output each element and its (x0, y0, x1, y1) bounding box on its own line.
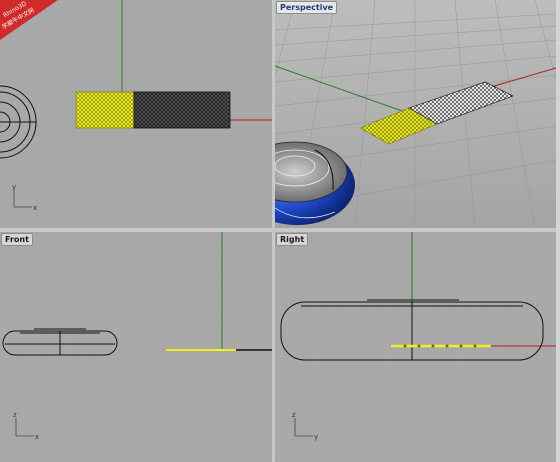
watermark-logo: Rhino3D 学犀牛中文网 (0, 0, 58, 40)
mesh-surface[interactable] (133, 91, 231, 129)
right-viewport-canvas[interactable]: y z (275, 232, 556, 462)
viewport-front[interactable]: x z Front (0, 232, 272, 462)
viewport-perspective[interactable]: Perspective (275, 0, 556, 228)
perspective-viewport-canvas[interactable] (275, 0, 556, 228)
axis-y-label: y (314, 433, 318, 441)
viewport-top[interactable]: x y Rhino3D 学犀牛中文网 (0, 0, 272, 228)
viewport-label-front[interactable]: Front (1, 233, 33, 246)
axis-z-label: z (292, 411, 296, 419)
axis-x-label: x (35, 433, 39, 441)
selected-surface[interactable] (75, 91, 135, 129)
viewport-right[interactable]: y z Right (275, 232, 556, 462)
axis-y-label: y (12, 183, 16, 191)
viewport-label-right[interactable]: Right (276, 233, 309, 246)
axis-x-label: x (33, 204, 37, 212)
axis-z-label: z (13, 411, 17, 419)
viewport-label-perspective[interactable]: Perspective (276, 1, 338, 14)
front-viewport-canvas[interactable]: x z (0, 232, 272, 462)
side-panel-edge (556, 0, 560, 462)
selected-surface-edge[interactable] (391, 344, 491, 348)
